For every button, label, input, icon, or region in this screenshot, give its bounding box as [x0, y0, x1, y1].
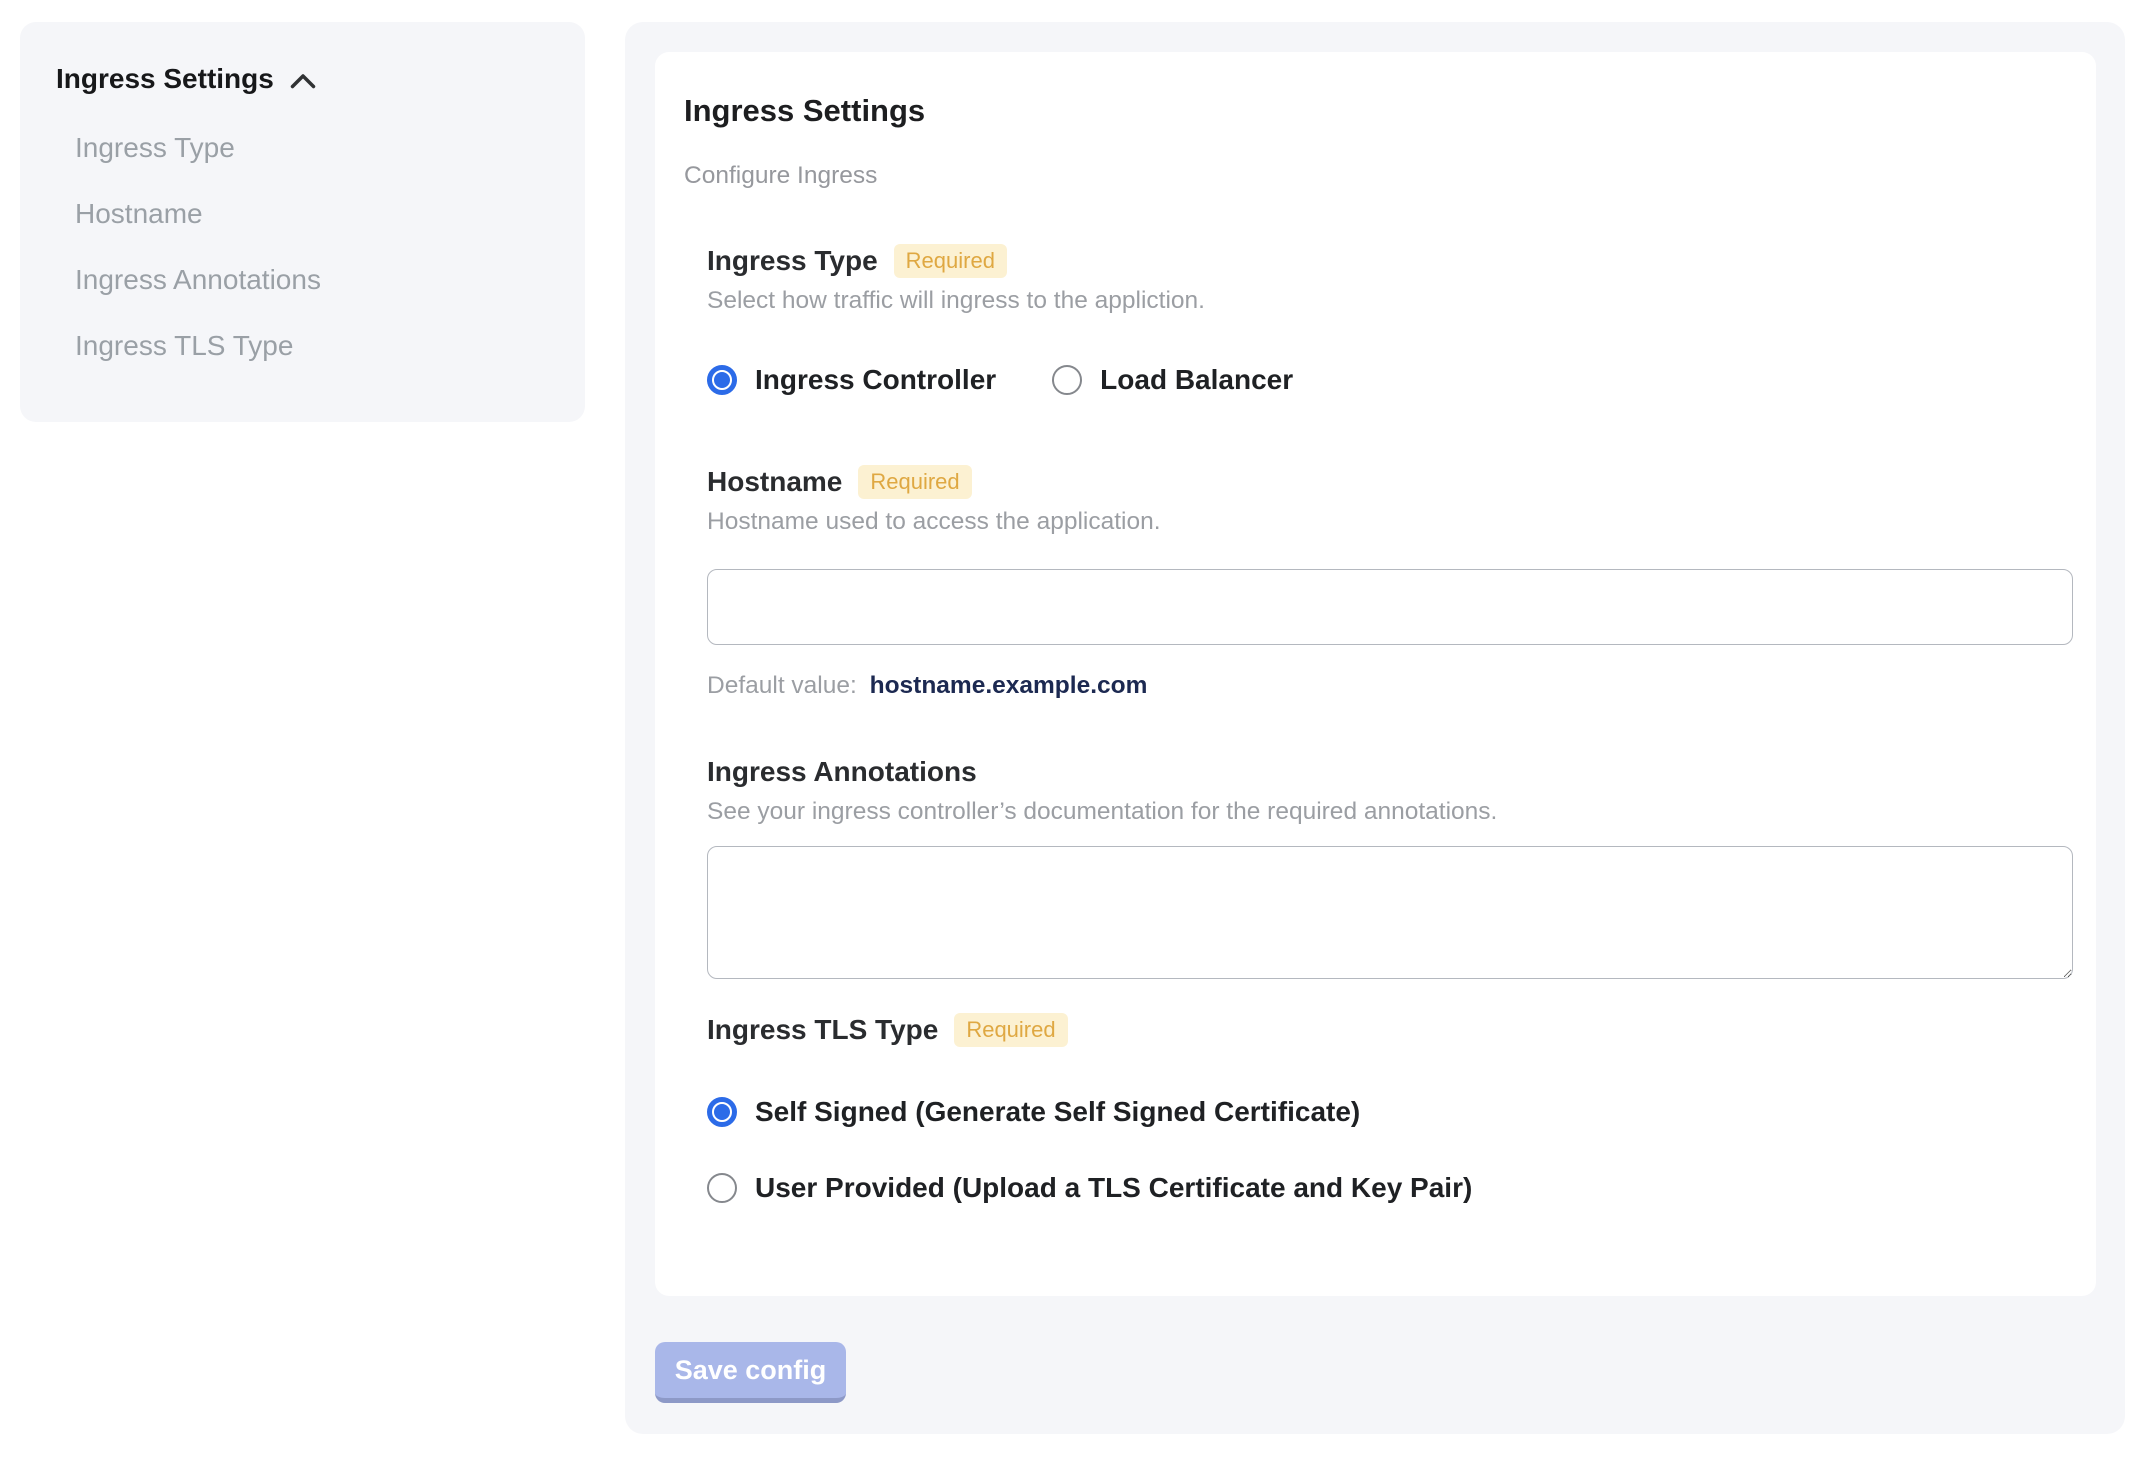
section-title: Ingress TLS Type [707, 1014, 939, 1045]
save-config-button[interactable]: Save config [655, 1342, 846, 1403]
radio-option-user-provided[interactable]: User Provided (Upload a TLS Certificate … [707, 1170, 2073, 1206]
sidebar-item-ingress-type[interactable]: Ingress Type [75, 131, 235, 165]
section-description: Hostname used to access the application. [707, 508, 1161, 535]
radio-option-load-balancer[interactable]: Load Balancer [1052, 362, 1293, 398]
sidebar-item-hostname[interactable]: Hostname [75, 197, 203, 231]
chevron-up-icon[interactable] [290, 70, 316, 89]
required-badge: Required [858, 465, 972, 499]
default-value-line: Default value: hostname.example.com [707, 671, 2073, 701]
page-subtitle: Configure Ingress [684, 162, 878, 189]
page-title: Ingress Settings [684, 93, 926, 128]
sidebar-item-list: Ingress Type Hostname Ingress Annotation… [75, 131, 549, 363]
settings-sections: Ingress Type Required Select how traffic… [707, 243, 2073, 1206]
section-title: Hostname [707, 466, 843, 497]
radio-label[interactable]: Self Signed (Generate Self Signed Certif… [755, 1094, 1360, 1130]
radio-label[interactable]: Ingress Controller [755, 362, 996, 398]
section-title: Ingress Annotations [707, 756, 977, 787]
section-hostname: Hostname Required Hostname used to acces… [707, 464, 2073, 701]
ingress-type-radio-group: Ingress Controller Load Balancer [707, 362, 2073, 398]
radio-icon[interactable] [707, 365, 737, 395]
default-value-label: Default value: [707, 672, 857, 699]
radio-icon[interactable] [707, 1097, 737, 1127]
section-description: Select how traffic will ingress to the a… [707, 287, 1205, 314]
radio-option-self-signed[interactable]: Self Signed (Generate Self Signed Certif… [707, 1094, 2073, 1130]
required-badge: Required [954, 1013, 1068, 1047]
section-ingress-type: Ingress Type Required Select how traffic… [707, 243, 2073, 398]
section-ingress-tls-type: Ingress TLS Type Required Self Signed (G… [707, 1012, 2073, 1206]
section-ingress-annotations: Ingress Annotations See your ingress con… [707, 754, 2073, 979]
radio-label[interactable]: User Provided (Upload a TLS Certificate … [755, 1170, 1472, 1206]
annotations-textarea[interactable] [707, 846, 2073, 979]
sidebar-section-toggle[interactable]: Ingress Settings [56, 62, 316, 96]
hostname-input[interactable] [707, 569, 2073, 645]
settings-card: Ingress Settings Configure Ingress Ingre… [655, 52, 2096, 1296]
radio-icon[interactable] [1052, 365, 1083, 395]
radio-icon[interactable] [707, 1173, 737, 1203]
tls-radio-group: Self Signed (Generate Self Signed Certif… [707, 1094, 2073, 1206]
sidebar-section-title: Ingress Settings [56, 63, 274, 94]
default-value: hostname.example.com [869, 672, 1148, 699]
settings-panel: Ingress Settings Configure Ingress Ingre… [625, 22, 2125, 1434]
required-badge: Required [893, 244, 1007, 278]
section-description: See your ingress controller’s documentat… [707, 798, 1498, 825]
radio-option-ingress-controller[interactable]: Ingress Controller [707, 362, 996, 398]
sidebar: Ingress Settings Ingress Type Hostname I… [20, 22, 585, 422]
section-title: Ingress Type [707, 245, 878, 276]
sidebar-item-ingress-tls-type[interactable]: Ingress TLS Type [75, 329, 293, 363]
radio-label[interactable]: Load Balancer [1100, 362, 1293, 398]
sidebar-item-ingress-annotations[interactable]: Ingress Annotations [75, 263, 321, 297]
